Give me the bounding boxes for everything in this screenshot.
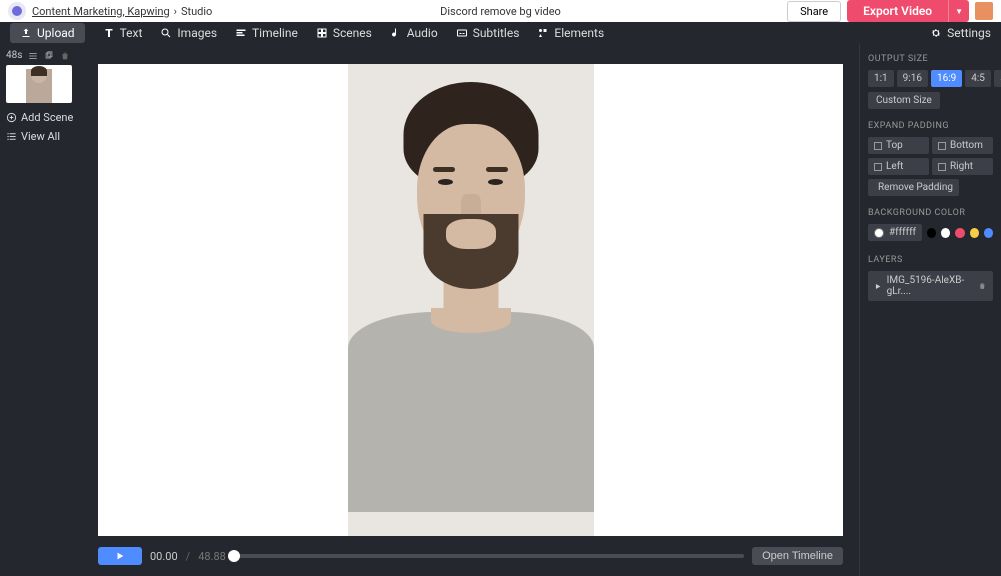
pad-left-button[interactable]: Left <box>868 158 929 175</box>
toolbar-subtitles[interactable]: Subtitles <box>456 26 520 40</box>
pad-bottom-button[interactable]: Bottom <box>932 137 993 154</box>
ratio-9-16[interactable]: 9:16 <box>897 70 928 87</box>
toolbar-text[interactable]: Text <box>103 26 143 40</box>
main-area: 48s Add Scene View All <box>0 44 1001 576</box>
video-content <box>348 64 594 536</box>
swatch-blue[interactable] <box>984 228 993 238</box>
breadcrumb-separator: › <box>174 5 177 18</box>
view-all-button[interactable]: View All <box>6 130 76 143</box>
layer-name: IMG_5196-AleXB-gLr.... <box>887 275 974 297</box>
swatch-yellow[interactable] <box>970 228 979 238</box>
ratio-16-9[interactable]: 16:9 <box>931 70 962 87</box>
audio-icon <box>390 27 402 39</box>
gear-icon <box>930 27 942 39</box>
toolbar-elements[interactable]: Elements <box>537 26 604 40</box>
copy-icon[interactable] <box>44 51 54 61</box>
trash-icon[interactable] <box>60 51 70 61</box>
search-icon <box>160 27 172 39</box>
open-timeline-button[interactable]: Open Timeline <box>752 547 843 565</box>
scenes-icon <box>316 27 328 39</box>
seek-knob[interactable] <box>228 550 240 562</box>
project-title[interactable]: Discord remove bg video <box>440 5 561 18</box>
background-color-label: BACKGROUND COLOR <box>868 208 993 218</box>
play-button[interactable] <box>98 547 142 565</box>
layers-label: LAYERS <box>868 255 993 265</box>
swatch-red[interactable] <box>955 228 964 238</box>
scene-duration: 48s <box>6 50 22 61</box>
aspect-ratio-row: 1:1 9:16 16:9 4:5 5:4 <box>868 70 993 87</box>
export-video-button[interactable]: Export Video <box>847 0 948 22</box>
playback-bar: 00.00 / 48.88 Open Timeline <box>98 542 843 570</box>
app-header: Content Marketing, Kapwing › Studio Disc… <box>0 0 1001 22</box>
trash-icon[interactable] <box>978 281 987 291</box>
elements-icon <box>537 27 549 39</box>
user-avatar[interactable] <box>975 2 993 20</box>
seek-track[interactable] <box>234 554 744 558</box>
breadcrumb-current: Studio <box>181 5 212 18</box>
plus-circle-icon <box>6 112 17 123</box>
scene-menu-icon[interactable] <box>28 51 38 61</box>
upload-icon <box>20 27 32 39</box>
export-dropdown-button[interactable]: ▼ <box>948 0 969 22</box>
ratio-4-5[interactable]: 4:5 <box>965 70 991 87</box>
layer-item[interactable]: IMG_5196-AleXB-gLr.... <box>868 271 993 301</box>
pad-right-button[interactable]: Right <box>932 158 993 175</box>
app-logo <box>8 2 26 20</box>
canvas-area: 00.00 / 48.88 Open Timeline <box>82 44 859 576</box>
timeline-icon <box>235 27 247 39</box>
scene-thumbnail[interactable] <box>6 65 72 103</box>
swatch-white[interactable] <box>941 228 950 238</box>
time-current: 00.00 <box>150 550 178 563</box>
remove-padding-button[interactable]: Remove Padding <box>868 179 959 196</box>
upload-button[interactable]: Upload <box>10 23 85 43</box>
subtitles-icon <box>456 27 468 39</box>
toolbar-audio[interactable]: Audio <box>390 26 438 40</box>
ratio-1-1[interactable]: 1:1 <box>868 70 894 87</box>
properties-panel: OUTPUT SIZE 1:1 9:16 16:9 4:5 5:4 Custom… <box>859 44 1001 576</box>
play-icon <box>115 551 125 561</box>
scenes-panel: 48s Add Scene View All <box>0 44 82 576</box>
toolbar-settings[interactable]: Settings <box>930 26 991 40</box>
toolbar-images[interactable]: Images <box>160 26 217 40</box>
toolbar-timeline[interactable]: Timeline <box>235 26 298 40</box>
ratio-5-4[interactable]: 5:4 <box>994 70 1001 87</box>
main-toolbar: Upload Text Images Timeline Scenes Audio… <box>0 22 1001 44</box>
play-icon <box>874 282 882 291</box>
custom-size-button[interactable]: Custom Size <box>868 92 940 109</box>
breadcrumb-workspace-link[interactable]: Content Marketing, Kapwing <box>32 5 170 18</box>
time-total: 48.88 <box>198 550 226 563</box>
bg-color-input[interactable]: #ffffff <box>868 224 922 241</box>
toolbar-scenes[interactable]: Scenes <box>316 26 372 40</box>
expand-padding-label: EXPAND PADDING <box>868 121 993 131</box>
output-size-label: OUTPUT SIZE <box>868 54 993 64</box>
list-icon <box>6 131 17 142</box>
swatch-black[interactable] <box>927 228 936 238</box>
pad-top-button[interactable]: Top <box>868 137 929 154</box>
video-canvas[interactable] <box>98 64 843 536</box>
time-separator: / <box>186 550 191 563</box>
add-scene-button[interactable]: Add Scene <box>6 111 76 124</box>
text-icon <box>103 27 115 39</box>
share-button[interactable]: Share <box>787 1 841 22</box>
